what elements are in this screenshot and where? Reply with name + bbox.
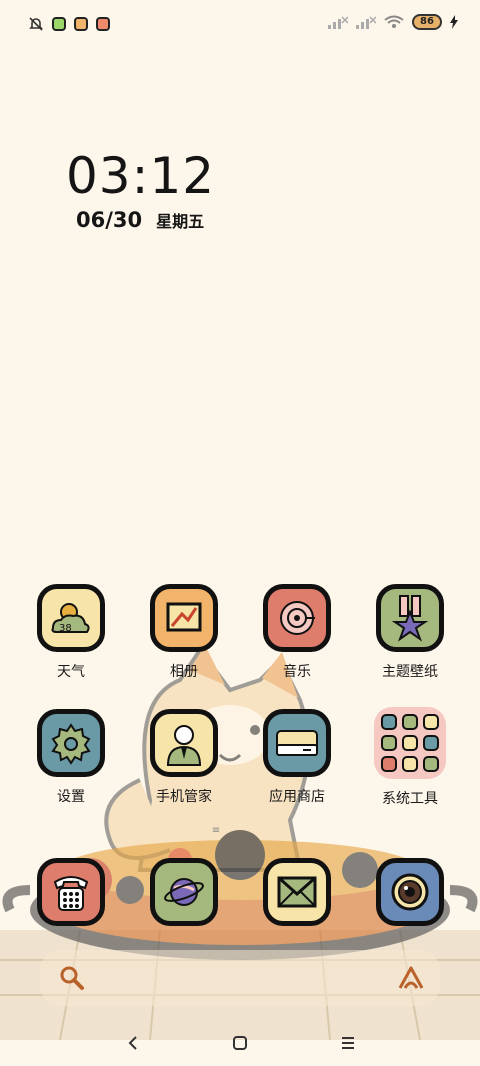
gallery-icon xyxy=(150,584,218,652)
home-button[interactable] xyxy=(225,1028,255,1058)
browser-icon xyxy=(150,858,218,926)
recents-button[interactable] xyxy=(333,1028,363,1058)
message-app-icon xyxy=(96,17,110,31)
clock-widget[interactable]: 03:12 06/30 星期五 xyxy=(66,146,266,232)
messages-icon xyxy=(263,858,331,926)
dock-camera[interactable] xyxy=(355,858,465,926)
search-icon[interactable] xyxy=(58,964,86,992)
notification-app-icon xyxy=(52,17,66,31)
app-label-gallery: 相册 xyxy=(170,664,198,680)
music-icon xyxy=(263,584,331,652)
signal-icon xyxy=(356,16,376,29)
app-music[interactable]: 音乐 xyxy=(242,584,352,681)
folder-icon xyxy=(374,707,446,779)
camera-icon xyxy=(376,858,444,926)
clock-time: 03:12 xyxy=(66,147,216,205)
search-bar[interactable] xyxy=(40,950,440,1006)
back-icon xyxy=(128,1036,137,1050)
app-settings[interactable]: 设置 xyxy=(16,709,126,806)
status-right-icons: 86 xyxy=(328,14,458,30)
app-label-store: 应用商店 xyxy=(269,789,325,805)
app-themes[interactable]: 主题壁纸 xyxy=(355,584,465,681)
back-button[interactable] xyxy=(118,1028,148,1058)
battery-icon: 86 xyxy=(412,14,442,30)
signal-icon xyxy=(328,16,348,29)
folder-system-tools[interactable]: 系统工具 xyxy=(355,707,465,808)
app-label-weather: 天气 xyxy=(57,664,85,680)
app-store[interactable]: 应用商店 xyxy=(242,709,352,806)
home-icon xyxy=(233,1036,247,1050)
weather-icon: 38 xyxy=(37,584,105,652)
app-gallery[interactable]: 相册 xyxy=(129,584,239,681)
charging-icon xyxy=(450,15,458,29)
app-label-folder: 系统工具 xyxy=(382,791,438,807)
security-icon xyxy=(150,709,218,777)
app-label-themes: 主题壁纸 xyxy=(382,664,438,680)
page-indicator[interactable]: ≡ xyxy=(211,826,221,836)
clock-date: 06/30 xyxy=(76,208,143,232)
bell-muted-icon xyxy=(29,17,43,31)
phone-icon xyxy=(37,858,105,926)
dock-phone[interactable] xyxy=(16,858,126,926)
dock-browser[interactable] xyxy=(129,858,239,926)
app-label-settings: 设置 xyxy=(57,789,85,805)
navigation-bar xyxy=(0,1020,480,1066)
weather-temp-text: 38 xyxy=(59,623,72,634)
app-store-icon xyxy=(263,709,331,777)
app-label-security: 手机管家 xyxy=(156,789,212,805)
app-label-music: 音乐 xyxy=(283,664,311,680)
dock-messages[interactable] xyxy=(242,858,352,926)
status-bar: 86 xyxy=(0,0,480,50)
status-left-icons xyxy=(28,16,110,32)
wifi-icon xyxy=(384,15,404,28)
themes-icon xyxy=(376,584,444,652)
settings-icon xyxy=(37,709,105,777)
app-weather[interactable]: 38 天气 xyxy=(16,584,126,681)
weibo-icon xyxy=(74,17,88,31)
clock-weekday: 星期五 xyxy=(156,212,205,231)
assistant-icon[interactable] xyxy=(396,964,426,992)
app-security[interactable]: 手机管家 xyxy=(129,709,239,806)
menu-icon xyxy=(342,1037,354,1049)
